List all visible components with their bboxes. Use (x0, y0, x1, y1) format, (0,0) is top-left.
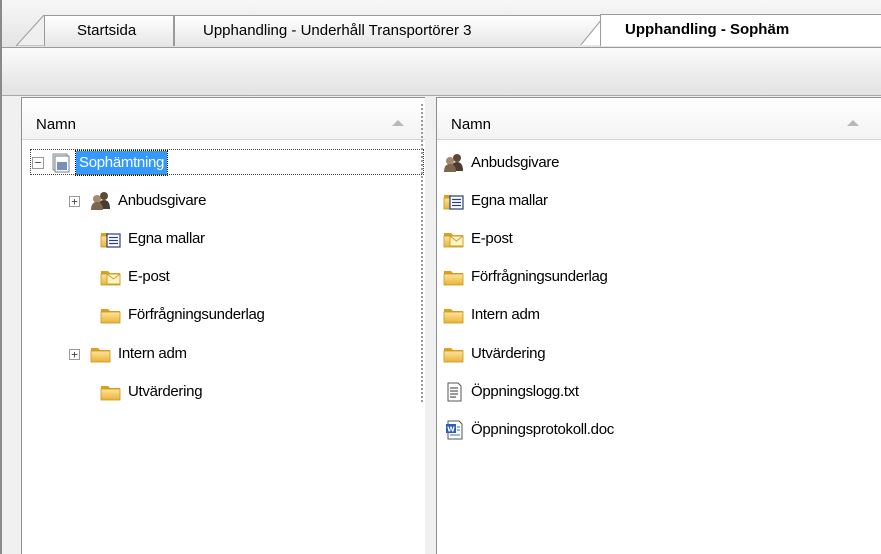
list-column-header[interactable]: Namn (437, 98, 881, 140)
tree-node-forfragningsunderlag[interactable]: Förfrågningsunderlag (100, 302, 265, 328)
tab-upphandling-sophamtning[interactable]: Upphandling - Sophäm (600, 14, 881, 46)
tab-strip: Startsida Upphandling - Underhåll Transp… (2, 0, 881, 48)
list-item[interactable]: Utvärdering (443, 341, 546, 367)
text-file-icon (443, 382, 465, 402)
splitter-grip (421, 104, 423, 404)
list-item[interactable]: Öppningslogg.txt (443, 379, 579, 405)
list-item-label: Förfrågningsunderlag (471, 268, 608, 285)
tree-node-label: E-post (128, 268, 170, 285)
tree-node-intern-adm[interactable]: + Intern adm (69, 341, 187, 367)
word-doc-icon (443, 420, 465, 440)
folder-icon (443, 267, 465, 287)
expand-icon[interactable]: + (69, 348, 80, 360)
column-header-label: Namn (36, 116, 77, 133)
tree-column-header[interactable]: Namn (22, 98, 425, 140)
mail-folder-icon (443, 229, 465, 249)
template-folder-icon (100, 229, 122, 249)
tree-panel[interactable]: Namn − Sophämtning + Anbudsgivare Egna m… (21, 97, 425, 554)
users-icon (443, 153, 465, 173)
tree-node-e-post[interactable]: E-post (100, 264, 170, 290)
expand-icon[interactable]: + (69, 195, 80, 207)
tree-node-label: Egna mallar (128, 230, 205, 247)
list-item-label: Öppningslogg.txt (471, 383, 579, 400)
mail-folder-icon (100, 267, 122, 287)
toolbar (2, 48, 881, 96)
list-item-label: Anbudsgivare (471, 154, 560, 171)
list-item[interactable]: Egna mallar (443, 188, 548, 214)
list-item-label: Utvärdering (471, 345, 546, 362)
list-item[interactable]: Anbudsgivare (443, 150, 559, 176)
tree-node-anbudsgivare[interactable]: + Anbudsgivare (69, 188, 206, 214)
folder-icon (100, 305, 122, 325)
list-item-label: E-post (471, 230, 513, 247)
folder-icon (443, 305, 465, 325)
tree-node-utvardering[interactable]: Utvärdering (100, 379, 203, 405)
list-item-label: Intern adm (471, 306, 540, 323)
collapse-icon[interactable]: − (32, 157, 44, 169)
tree-node-label: Anbudsgivare (118, 192, 207, 209)
list-item[interactable]: Intern adm (443, 302, 540, 328)
tree-node-label: Sophämtning (74, 150, 169, 176)
list-panel[interactable]: Namn Anbudsgivare Egna mallar E-post För… (436, 97, 881, 554)
tree-node-label: Utvärdering (128, 383, 203, 400)
list-item[interactable]: E-post (443, 226, 513, 252)
tree-node-label: Förfrågningsunderlag (128, 306, 265, 323)
template-folder-icon (443, 191, 465, 211)
list-item-label: Egna mallar (471, 192, 548, 209)
document-stack-icon (50, 153, 72, 173)
panel-splitter[interactable] (425, 97, 435, 554)
tree-node-root[interactable]: − Sophämtning (32, 150, 169, 176)
tab-upphandling-underhall[interactable]: Upphandling - Underhåll Transportörer 3 (174, 15, 602, 46)
column-header-label: Namn (451, 116, 492, 133)
list-item[interactable]: Förfrågningsunderlag (443, 264, 608, 290)
tab-startsida[interactable]: Startsida (44, 15, 174, 46)
list-item[interactable]: Öppningsprotokoll.doc (443, 417, 614, 443)
folder-icon (443, 344, 465, 364)
folder-icon (90, 344, 112, 364)
folder-icon (100, 382, 122, 402)
users-icon (90, 191, 112, 211)
tree-node-egna-mallar[interactable]: Egna mallar (100, 226, 205, 252)
list-item-label: Öppningsprotokoll.doc (471, 421, 614, 438)
sort-ascending-icon (847, 120, 859, 126)
sort-ascending-icon (392, 120, 404, 126)
tree-node-label: Intern adm (118, 345, 187, 362)
